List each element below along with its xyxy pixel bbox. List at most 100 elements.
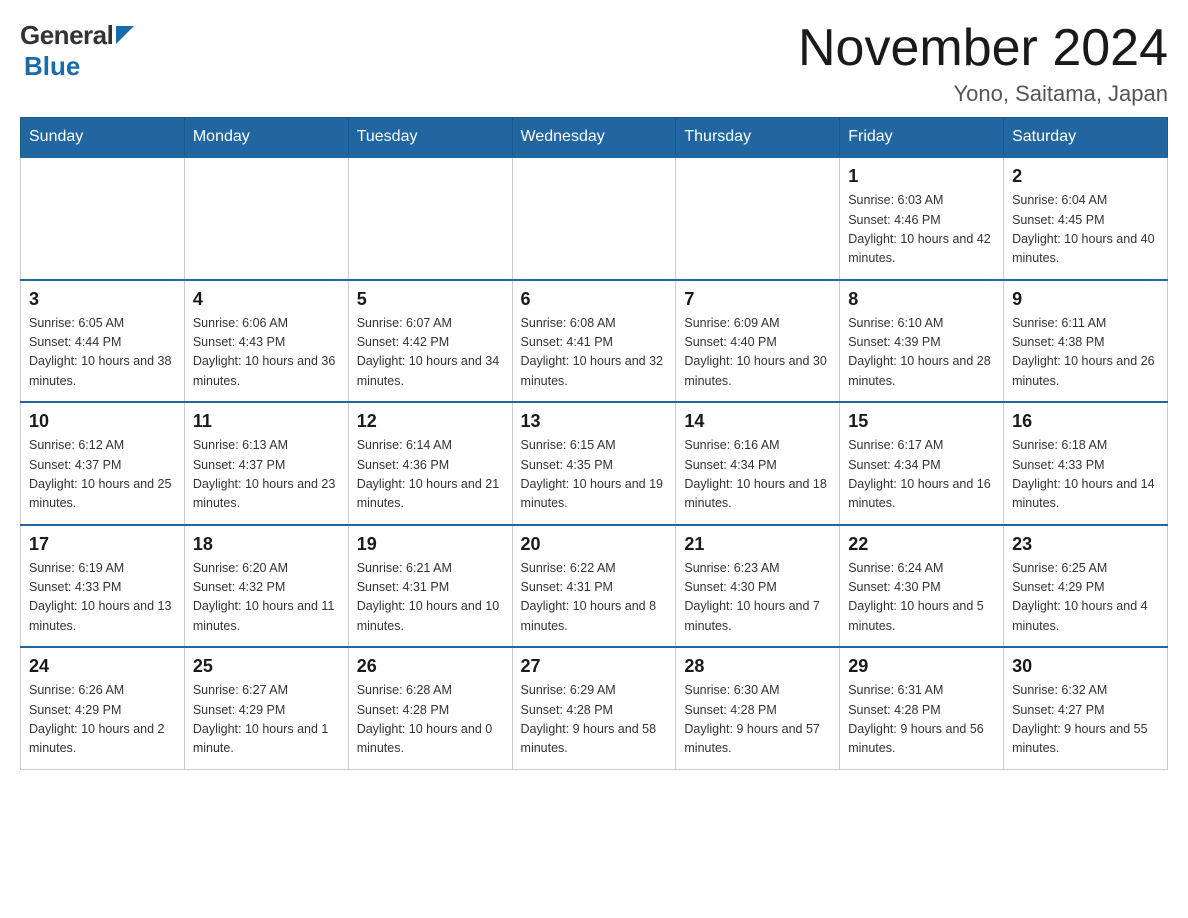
calendar-day-cell: 2 Sunrise: 6:04 AMSunset: 4:45 PMDaylight… [1004,157,1168,280]
day-number: 5 [357,289,504,310]
day-info: Sunrise: 6:16 AMSunset: 4:34 PMDaylight:… [684,436,831,514]
calendar-day-cell: 18Sunrise: 6:20 AMSunset: 4:32 PMDayligh… [184,525,348,648]
day-info: Sunrise: 6:25 AMSunset: 4:29 PMDaylight:… [1012,559,1159,637]
calendar-day-cell: 21Sunrise: 6:23 AMSunset: 4:30 PMDayligh… [676,525,840,648]
location-subtitle: Yono, Saitama, Japan [798,81,1168,107]
day-info: Sunrise: 6:03 AMSunset: 4:46 PMDaylight:… [848,191,995,269]
calendar-day-cell: 13Sunrise: 6:15 AMSunset: 4:35 PMDayligh… [512,402,676,525]
calendar-day-cell: 19 Sunrise: 6:21 AMSunset: 4:31 PMDayligh… [348,525,512,648]
day-info: Sunrise: 6:05 AMSunset: 4:44 PMDaylight:… [29,314,176,392]
calendar-day-cell [348,157,512,280]
day-number: 8 [848,289,995,310]
calendar-week-row: 10 Sunrise: 6:12 AMSunset: 4:37 PMDayligh… [21,402,1168,525]
calendar-day-cell: 7 Sunrise: 6:09 AMSunset: 4:40 PMDaylight… [676,280,840,403]
day-info: Sunrise: 6:19 AMSunset: 4:33 PMDaylight:… [29,559,176,637]
day-info: Sunrise: 6:14 AMSunset: 4:36 PMDaylight:… [357,436,504,514]
calendar-day-cell: 11 Sunrise: 6:13 AMSunset: 4:37 PMDayligh… [184,402,348,525]
day-number: 4 [193,289,340,310]
day-number: 26 [357,656,504,677]
calendar-day-cell: 20 Sunrise: 6:22 AMSunset: 4:31 PMDayligh… [512,525,676,648]
calendar-day-cell: 6 Sunrise: 6:08 AMSunset: 4:41 PMDaylight… [512,280,676,403]
day-number: 23 [1012,534,1159,555]
day-info: Sunrise: 6:10 AMSunset: 4:39 PMDaylight:… [848,314,995,392]
day-of-week-header: Thursday [676,118,840,158]
calendar-day-cell: 22 Sunrise: 6:24 AMSunset: 4:30 PMDayligh… [840,525,1004,648]
day-info: Sunrise: 6:09 AMSunset: 4:40 PMDaylight:… [684,314,831,392]
day-number: 12 [357,411,504,432]
calendar-day-cell: 29 Sunrise: 6:31 AMSunset: 4:28 PMDayligh… [840,647,1004,769]
day-info: Sunrise: 6:17 AMSunset: 4:34 PMDaylight:… [848,436,995,514]
calendar-week-row: 1 Sunrise: 6:03 AMSunset: 4:46 PMDaylight… [21,157,1168,280]
calendar-day-cell: 10 Sunrise: 6:12 AMSunset: 4:37 PMDayligh… [21,402,185,525]
day-info: Sunrise: 6:18 AMSunset: 4:33 PMDaylight:… [1012,436,1159,514]
day-of-week-header: Sunday [21,118,185,158]
day-number: 7 [684,289,831,310]
day-info: Sunrise: 6:22 AMSunset: 4:31 PMDaylight:… [521,559,668,637]
day-number: 19 [357,534,504,555]
day-number: 3 [29,289,176,310]
day-info: Sunrise: 6:30 AMSunset: 4:28 PMDaylight:… [684,681,831,759]
day-info: Sunrise: 6:29 AMSunset: 4:28 PMDaylight:… [521,681,668,759]
logo-general-text: General [20,20,113,51]
day-number: 29 [848,656,995,677]
day-info: Sunrise: 6:11 AMSunset: 4:38 PMDaylight:… [1012,314,1159,392]
day-number: 10 [29,411,176,432]
day-number: 15 [848,411,995,432]
day-number: 20 [521,534,668,555]
day-number: 16 [1012,411,1159,432]
page-header: General Blue November 2024 Yono, Saitama… [20,20,1168,107]
calendar-header-row: SundayMondayTuesdayWednesdayThursdayFrid… [21,118,1168,158]
calendar-day-cell: 26 Sunrise: 6:28 AMSunset: 4:28 PMDayligh… [348,647,512,769]
logo: General Blue [20,20,134,82]
day-number: 27 [521,656,668,677]
day-of-week-header: Tuesday [348,118,512,158]
month-title: November 2024 [798,20,1168,77]
logo-triangle-icon [116,26,134,44]
calendar-week-row: 24 Sunrise: 6:26 AMSunset: 4:29 PMDayligh… [21,647,1168,769]
day-info: Sunrise: 6:26 AMSunset: 4:29 PMDaylight:… [29,681,176,759]
day-of-week-header: Monday [184,118,348,158]
calendar-day-cell [676,157,840,280]
day-of-week-header: Saturday [1004,118,1168,158]
calendar-table: SundayMondayTuesdayWednesdayThursdayFrid… [20,117,1168,770]
day-info: Sunrise: 6:28 AMSunset: 4:28 PMDaylight:… [357,681,504,759]
day-info: Sunrise: 6:32 AMSunset: 4:27 PMDaylight:… [1012,681,1159,759]
calendar-day-cell: 30Sunrise: 6:32 AMSunset: 4:27 PMDayligh… [1004,647,1168,769]
day-info: Sunrise: 6:21 AMSunset: 4:31 PMDaylight:… [357,559,504,637]
day-info: Sunrise: 6:12 AMSunset: 4:37 PMDaylight:… [29,436,176,514]
day-info: Sunrise: 6:04 AMSunset: 4:45 PMDaylight:… [1012,191,1159,269]
calendar-day-cell: 23 Sunrise: 6:25 AMSunset: 4:29 PMDayligh… [1004,525,1168,648]
calendar-day-cell: 3 Sunrise: 6:05 AMSunset: 4:44 PMDaylight… [21,280,185,403]
day-number: 28 [684,656,831,677]
calendar-day-cell: 24 Sunrise: 6:26 AMSunset: 4:29 PMDayligh… [21,647,185,769]
day-of-week-header: Wednesday [512,118,676,158]
calendar-week-row: 3 Sunrise: 6:05 AMSunset: 4:44 PMDaylight… [21,280,1168,403]
day-number: 22 [848,534,995,555]
day-info: Sunrise: 6:08 AMSunset: 4:41 PMDaylight:… [521,314,668,392]
calendar-day-cell: 14 Sunrise: 6:16 AMSunset: 4:34 PMDayligh… [676,402,840,525]
day-number: 6 [521,289,668,310]
day-number: 24 [29,656,176,677]
calendar-day-cell [21,157,185,280]
calendar-day-cell: 8 Sunrise: 6:10 AMSunset: 4:39 PMDaylight… [840,280,1004,403]
day-info: Sunrise: 6:07 AMSunset: 4:42 PMDaylight:… [357,314,504,392]
day-number: 21 [684,534,831,555]
day-number: 11 [193,411,340,432]
day-info: Sunrise: 6:06 AMSunset: 4:43 PMDaylight:… [193,314,340,392]
day-number: 1 [848,166,995,187]
calendar-day-cell: 17Sunrise: 6:19 AMSunset: 4:33 PMDayligh… [21,525,185,648]
calendar-day-cell: 12 Sunrise: 6:14 AMSunset: 4:36 PMDayligh… [348,402,512,525]
calendar-day-cell: 28 Sunrise: 6:30 AMSunset: 4:28 PMDayligh… [676,647,840,769]
day-info: Sunrise: 6:24 AMSunset: 4:30 PMDaylight:… [848,559,995,637]
calendar-day-cell [512,157,676,280]
day-number: 25 [193,656,340,677]
day-info: Sunrise: 6:20 AMSunset: 4:32 PMDaylight:… [193,559,340,637]
calendar-day-cell: 16 Sunrise: 6:18 AMSunset: 4:33 PMDayligh… [1004,402,1168,525]
day-number: 14 [684,411,831,432]
day-info: Sunrise: 6:13 AMSunset: 4:37 PMDaylight:… [193,436,340,514]
logo-blue-text: Blue [24,51,80,81]
calendar-day-cell: 27 Sunrise: 6:29 AMSunset: 4:28 PMDayligh… [512,647,676,769]
day-info: Sunrise: 6:31 AMSunset: 4:28 PMDaylight:… [848,681,995,759]
day-number: 2 [1012,166,1159,187]
calendar-day-cell: 15 Sunrise: 6:17 AMSunset: 4:34 PMDayligh… [840,402,1004,525]
